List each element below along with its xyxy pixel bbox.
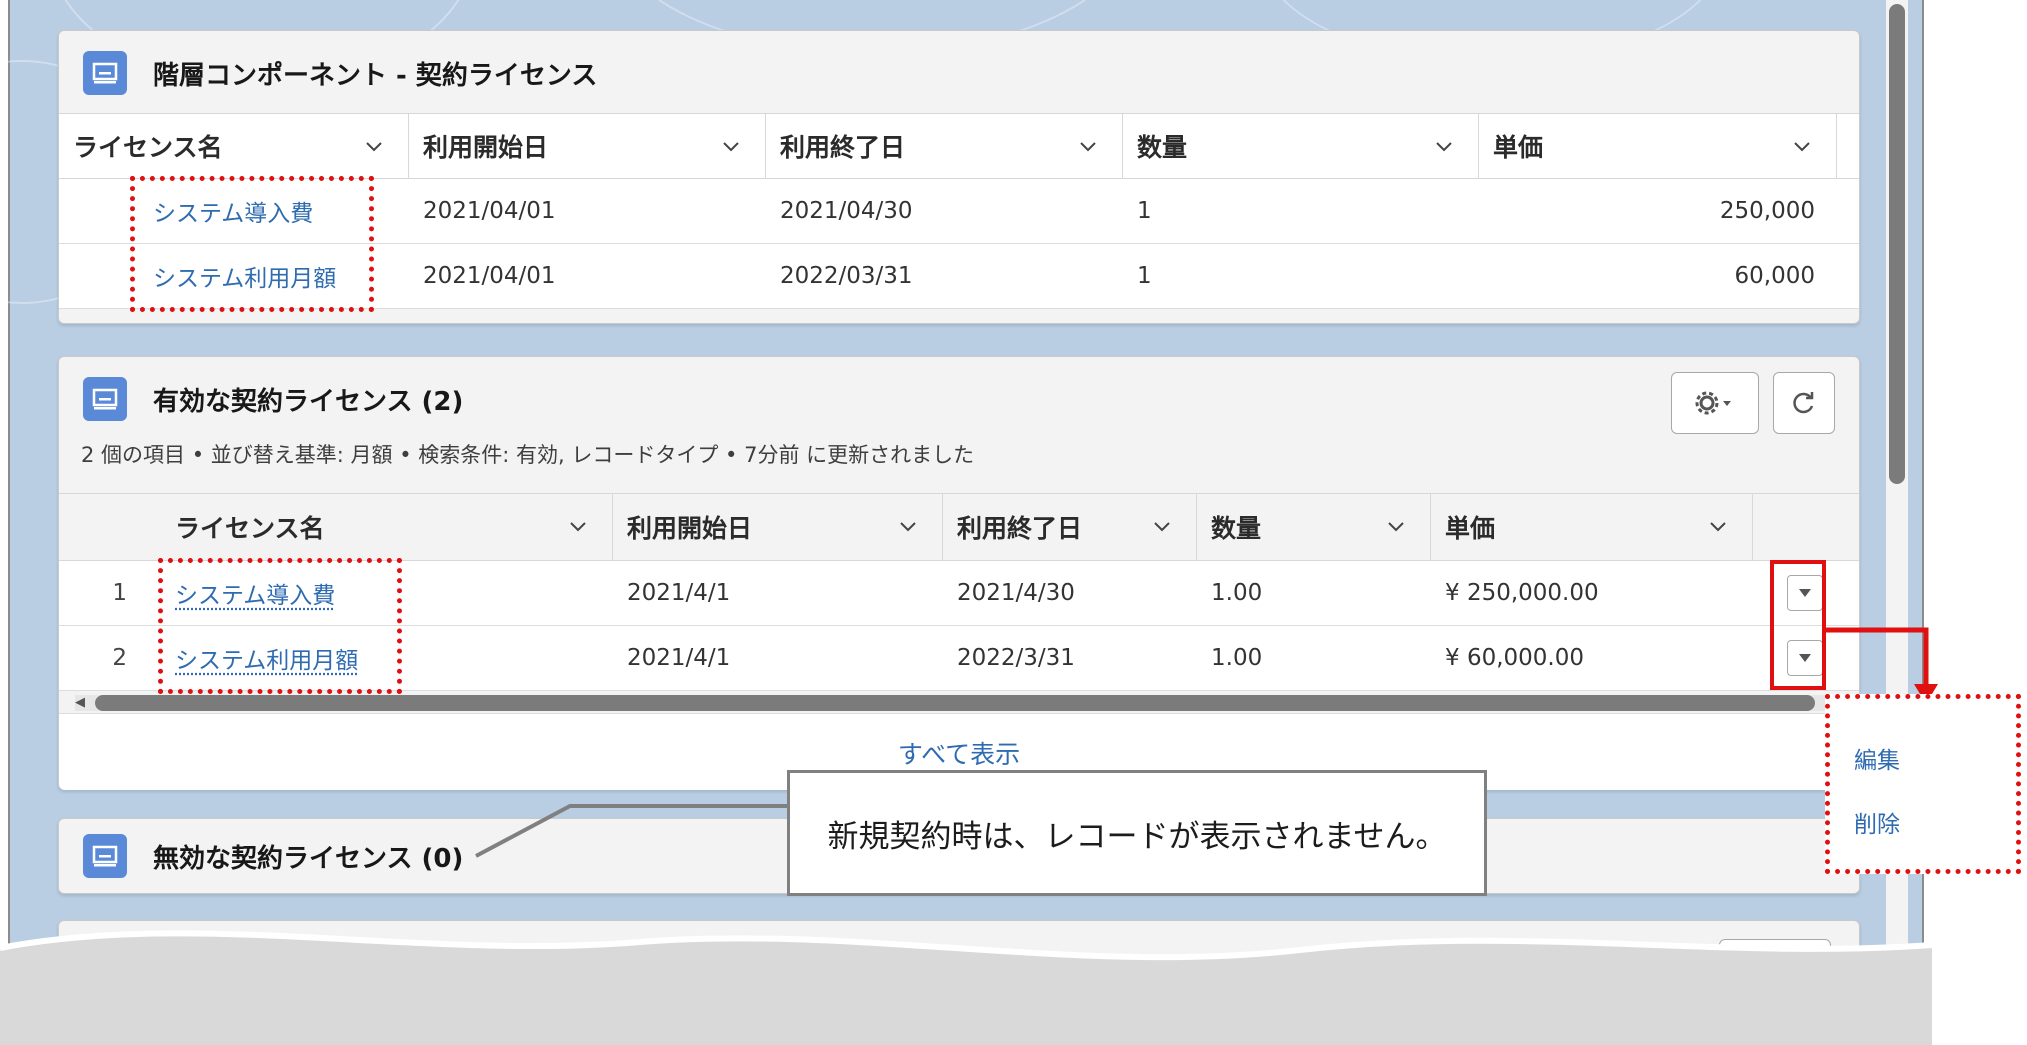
highlight-row-action-buttons bbox=[1770, 560, 1826, 690]
menu-item-edit[interactable]: 編集 bbox=[1854, 741, 1900, 775]
menu-item-delete[interactable]: 削除 bbox=[1854, 805, 1900, 839]
row-actions-menu: 編集 削除 bbox=[1825, 694, 2021, 874]
highlight-hier-license-names bbox=[130, 176, 374, 312]
highlight-active-license-names bbox=[158, 558, 402, 694]
callout-note: 新規契約時は、レコードが表示されません。 bbox=[787, 770, 1487, 896]
